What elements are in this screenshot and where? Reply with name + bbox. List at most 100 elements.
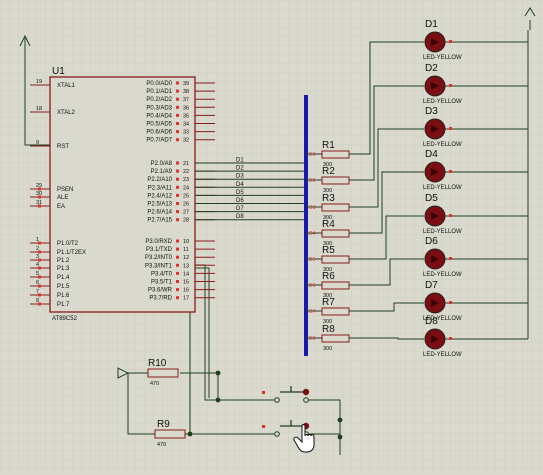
mcu-pin-name: PSEN: [57, 187, 73, 193]
pin-marker: [449, 337, 452, 340]
mcu-pin-name: P2.4/A12: [147, 193, 172, 199]
net-label: D6: [236, 198, 244, 204]
mcu-u1[interactable]: U1AT89C5219XTAL118XTAL29RST29PSEN30ALE31…: [30, 66, 215, 322]
mcu-pin-number: 10: [183, 239, 189, 245]
pin-marker: [38, 293, 41, 297]
led-ref: D4: [425, 149, 438, 160]
net-label: D7: [236, 206, 244, 212]
mcu-pin-number: 27: [183, 210, 189, 216]
mcu-pin-name: ALE: [57, 195, 68, 201]
pin-marker: [176, 271, 179, 275]
pin-marker: [176, 263, 179, 267]
mcu-pin-name: P2.2/A10: [147, 177, 172, 183]
pin-marker: [449, 127, 452, 130]
mcu-pin-number: 16: [183, 288, 189, 294]
mcu-pin-name: P3.4/T0: [151, 271, 173, 277]
pin-marker: [176, 296, 179, 300]
resistor-ref: R7: [322, 297, 335, 308]
pin-marker: [176, 161, 179, 165]
led-ref: D3: [425, 106, 438, 117]
net-label: D8: [236, 214, 244, 220]
mcu-pin-number: 33: [183, 130, 189, 136]
pin-marker: [449, 40, 452, 43]
mcu-pin-name: P3.0/RXD: [145, 239, 172, 245]
pin-marker: [176, 239, 179, 243]
mcu-pin-name: P0.1/AD1: [146, 89, 172, 95]
mcu-part-label: AT89C52: [52, 316, 78, 322]
schematic-svg[interactable]: U1AT89C5219XTAL118XTAL29RST29PSEN30ALE31…: [0, 0, 543, 470]
mcu-pin-number: 13: [183, 263, 189, 269]
pin-marker: [176, 81, 179, 85]
pin-marker: [176, 177, 179, 181]
led-part: LED-YELLOW: [423, 272, 462, 278]
resistor-ref: R4: [322, 219, 335, 230]
mcu-pin-number: 36: [183, 105, 189, 111]
pin-marker: [38, 284, 41, 288]
net-label: D3: [236, 174, 244, 180]
pin-marker: [176, 89, 179, 93]
led-ref: D7: [425, 280, 438, 291]
mcu-pin-number: 24: [183, 185, 189, 191]
schematic-canvas[interactable]: U1 AT89C52 19 XTAL1 18 XTAL2 9 RST 29 PSEN 30 ALE 31…: [0, 0, 543, 470]
pullup-ref: R9: [157, 419, 170, 430]
led-ref: D8: [425, 316, 438, 327]
pin-marker: [38, 204, 41, 208]
mcu-pin-number: 22: [183, 169, 189, 175]
pin-marker: [176, 210, 179, 214]
pin-marker: [176, 288, 179, 292]
pin-marker: [449, 84, 452, 87]
pin-marker: [262, 425, 265, 428]
bus-label: D5: [309, 257, 316, 263]
pullup-value: 470: [157, 442, 166, 448]
led-part: LED-YELLOW: [423, 142, 462, 148]
resistor-ref: R5: [322, 245, 335, 256]
mcu-pin-name: P3.5/T1: [151, 280, 173, 286]
pin-marker: [449, 170, 452, 173]
bus-label: D3: [309, 205, 316, 211]
mcu-pin-name: P2.3/A11: [148, 185, 173, 191]
mcu-pin-name: EA: [57, 204, 65, 210]
mcu-pin-name: P3.6/WR: [148, 288, 173, 294]
mcu-pin-number: 34: [183, 122, 189, 128]
resistor-body: [321, 307, 350, 316]
resistor-ref: R2: [322, 166, 335, 177]
pin-marker: [176, 138, 179, 142]
led-part: LED-YELLOW: [423, 185, 462, 191]
pin-marker: [38, 302, 41, 306]
mcu-pin-name: P2.5/A13: [147, 202, 172, 208]
mcu-pin-number: 19: [36, 79, 42, 85]
pin-marker: [176, 255, 179, 259]
pullup-ref: R10: [148, 358, 167, 369]
led-ref: D1: [425, 19, 438, 30]
pin-marker: [176, 105, 179, 109]
pin-marker: [176, 202, 179, 205]
mcu-pin-name: XTAL1: [57, 83, 76, 89]
mcu-pin-name: P1.3: [57, 266, 70, 272]
mcu-pin-name: P2.0/A8: [151, 161, 173, 167]
resistor-ref: R3: [322, 193, 335, 204]
net-label: D5: [236, 190, 244, 196]
resistor-ref: R6: [322, 271, 335, 282]
mcu-pin-name: P1.0/T2: [57, 241, 79, 247]
mcu-pin-number: 26: [183, 202, 189, 208]
mcu-pin-name: P2.7/A15: [147, 218, 172, 224]
led-part: LED-YELLOW: [423, 229, 462, 235]
pin-marker: [449, 214, 452, 217]
mcu-pin-name: P1.5: [57, 284, 70, 290]
mcu-pin-number: 11: [183, 247, 189, 253]
pin-marker: [449, 257, 452, 260]
mcu-pin-name: P1.2: [57, 258, 70, 264]
pin-marker: [176, 113, 179, 117]
mcu-pin-number: 23: [183, 177, 189, 183]
led-ref: D6: [425, 236, 438, 247]
pin-marker: [38, 266, 41, 270]
mcu-pin-number: 32: [183, 138, 189, 144]
bus-label: D8: [309, 336, 316, 342]
mcu-pin-name: XTAL2: [57, 110, 76, 116]
pin-marker: [449, 301, 452, 304]
mcu-pin-name: P1.7: [57, 302, 70, 308]
bus-label: D6: [309, 283, 316, 289]
mcu-pin-number: 9: [36, 140, 39, 146]
bus-label: D2: [309, 178, 316, 184]
led-ref: D5: [425, 193, 438, 204]
